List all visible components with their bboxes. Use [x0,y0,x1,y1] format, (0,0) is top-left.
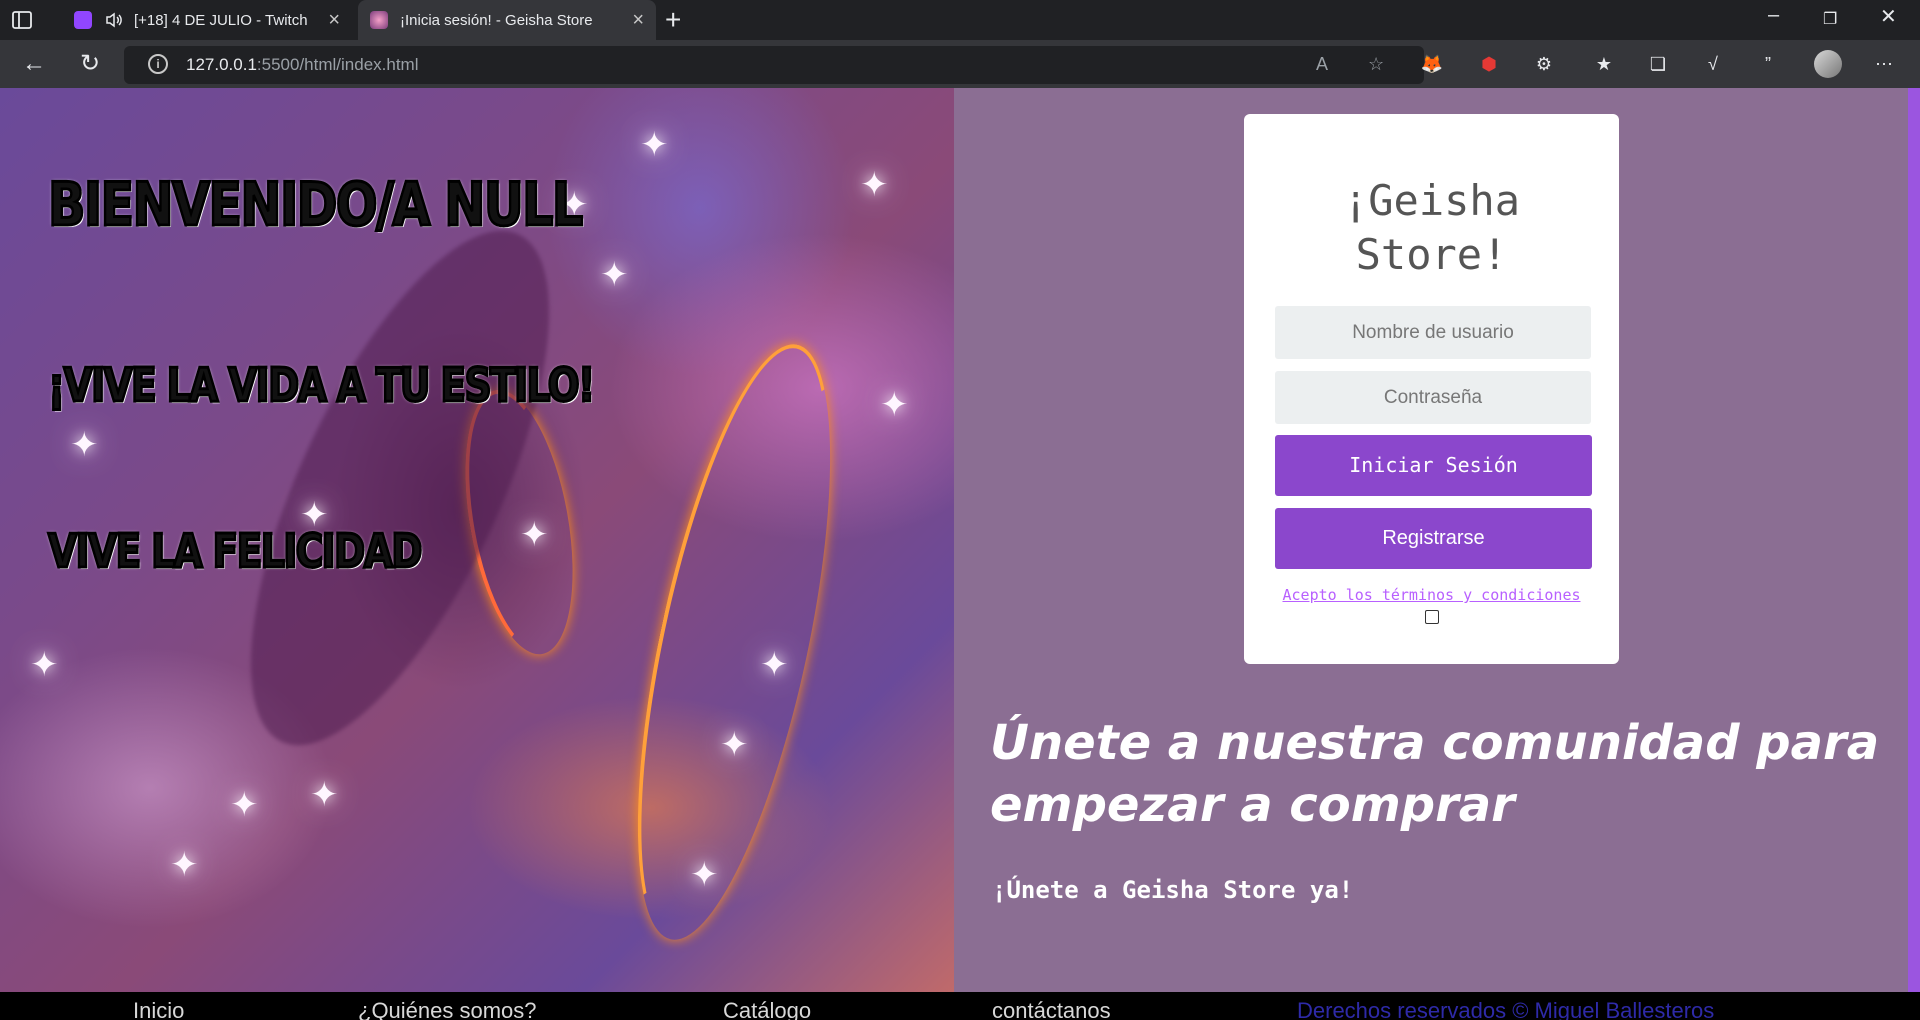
copyright-text: Derechos reservados © Miguel Ballesteros [1297,998,1715,1020]
tab-actions-icon[interactable] [10,8,34,32]
back-icon[interactable]: ← [20,50,48,78]
password-input[interactable] [1275,371,1591,424]
tab-geisha-store[interactable]: ¡Inicia sesión! - Geisha Store × [358,0,656,40]
extensions-icon[interactable]: ⚙ [1532,52,1556,76]
close-tab-icon[interactable]: × [632,9,644,32]
tab-title: [+18] 4 DE JULIO - Twitch [134,11,308,29]
more-menu-icon[interactable]: ⋯ [1872,52,1896,76]
adblock-icon[interactable]: ⬢ [1477,52,1501,76]
favorites-icon[interactable]: ★ [1592,52,1616,76]
happiness-heading: Vive la felicidad [47,523,424,580]
username-input[interactable] [1275,306,1591,359]
nav-link-quienes-somos[interactable]: ¿Quiénes somos? [358,998,537,1020]
address-bar[interactable]: i 127.0.0.1:5500/html/index.html A ☆ [124,46,1424,84]
login-card: ¡Geisha Store! Iniciar Sesión Registrars… [1244,114,1619,664]
quote-icon[interactable]: ” [1756,52,1780,76]
footer-nav: Inicio ¿Quiénes somos? Catálogo contácta… [0,992,1920,1020]
join-cta: ¡Únete a Geisha Store ya! [992,876,1354,904]
tab-twitch[interactable]: [+18] 4 DE JULIO - Twitch × [62,0,352,40]
geisha-favicon-icon [370,11,388,29]
tab-title: ¡Inicia sesión! - Geisha Store [400,11,593,29]
slogan-heading: ¡Vive la vida a tu estilo! [47,357,597,414]
page-content: ✦ ✦ ✦ ✦ ✦ ✦ ✦ ✦ ✦ ✦ ✦ ✦ ✦ ✦ ✦ Bienvenido… [0,88,1920,1020]
tab-strip: [+18] 4 DE JULIO - Twitch × ¡Inicia sesi… [0,0,1920,40]
minimize-icon[interactable]: – [1768,4,1779,27]
twitch-icon [74,11,92,29]
profile-avatar[interactable] [1814,50,1842,78]
scrollbar-strip[interactable] [1908,88,1920,992]
nav-link-inicio[interactable]: Inicio [133,998,184,1020]
nav-link-contactanos[interactable]: contáctanos [992,998,1111,1020]
login-button[interactable]: Iniciar Sesión [1275,435,1592,496]
url-text[interactable]: 127.0.0.1:5500/html/index.html [186,55,419,75]
collections-icon[interactable]: ❏ [1646,52,1670,76]
math-solver-icon[interactable]: √ [1701,52,1725,76]
close-tab-icon[interactable]: × [328,9,340,32]
info-icon[interactable]: i [148,54,168,74]
login-title: ¡Geisha Store! [1342,176,1520,279]
welcome-heading: Bienvenido/a null [47,169,585,242]
new-tab-icon[interactable]: + [665,4,681,36]
terms-checkbox[interactable] [1425,610,1439,624]
metamask-icon[interactable]: 🦊 [1420,52,1444,76]
hero-image: ✦ ✦ ✦ ✦ ✦ ✦ ✦ ✦ ✦ ✦ ✦ ✦ ✦ ✦ ✦ Bienvenido… [0,88,954,992]
terms-link[interactable]: Acepto los términos y condiciones [1244,586,1619,604]
close-window-icon[interactable]: ✕ [1880,4,1897,29]
join-headline: Únete a nuestra comunidad para empezar a… [990,715,1880,833]
refresh-icon[interactable]: ↻ [76,50,104,78]
nav-link-catalogo[interactable]: Catálogo [723,998,811,1020]
read-aloud-icon[interactable]: A [1316,54,1328,75]
register-button[interactable]: Registrarse [1275,508,1592,569]
add-favorite-icon[interactable]: ☆ [1368,54,1384,75]
speaker-icon[interactable] [104,10,124,30]
restore-icon[interactable]: ❐ [1823,9,1837,29]
